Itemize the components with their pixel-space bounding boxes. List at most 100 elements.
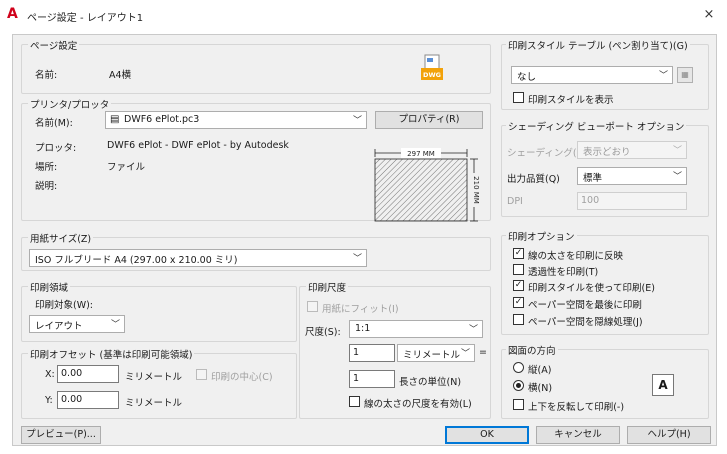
scale-unit-input[interactable]: 1: [349, 370, 395, 388]
page-setup-name-value: A4横: [109, 70, 132, 81]
plot-options-group-label: 印刷オプション: [506, 229, 577, 243]
center-plot-checkbox[interactable]: [196, 369, 207, 380]
plot-offset-group: 印刷オフセット (基準は印刷可能領域): [21, 347, 297, 419]
quality-label: 出力品質(Q): [507, 174, 560, 185]
center-plot-label: 印刷の中心(C): [211, 372, 273, 383]
plot-lineweights-label: 線の太さを印刷に反映: [528, 251, 624, 262]
chevron-down-icon: ﹀: [468, 325, 478, 335]
dpi-label: DPI: [507, 196, 523, 207]
plot-scale-group-label: 印刷尺度: [306, 280, 349, 294]
fit-to-paper-checkbox[interactable]: [307, 301, 318, 312]
window-title: ページ設定 - レイアウト1: [27, 13, 144, 24]
dwg-badge: DWG: [423, 71, 441, 79]
scale-label: 尺度(S):: [305, 327, 341, 338]
offset-y-unit: ミリメートル: [125, 398, 183, 409]
printer-icon: ▤: [110, 114, 120, 125]
plotter-group-label: プリンタ/プロッタ: [28, 97, 112, 111]
offset-x-label: X:: [45, 369, 55, 380]
help-button[interactable]: ヘルプ(H): [627, 426, 711, 444]
paper-preview: 297 MM 210 MM: [374, 148, 480, 222]
plot-area-group-label: 印刷領域: [28, 280, 71, 294]
edit-table-icon[interactable]: ▦: [677, 67, 693, 83]
landscape-label: 横(N): [528, 383, 553, 394]
hide-paperspace-checkbox[interactable]: [513, 314, 524, 325]
plot-what-select[interactable]: レイアウト ﹀: [29, 315, 125, 333]
page-setup-name-label: 名前:: [35, 70, 58, 81]
offset-y-input[interactable]: 0.00: [57, 391, 119, 409]
preview-width-label: 297 MM: [407, 150, 435, 158]
ok-button[interactable]: OK: [445, 426, 529, 444]
hide-paperspace-label: ペーパー空間を隠線処理(J): [528, 317, 643, 328]
paper-size-value: ISO フルブリード A4 (297.00 x 210.00 ミリ): [35, 255, 238, 266]
page-setup-group-label: ページ設定: [28, 38, 80, 52]
plot-what-label: 印刷対象(W):: [35, 300, 94, 311]
quality-select[interactable]: 標準 ﹀: [577, 167, 687, 185]
offset-x-unit: ミリメートル: [125, 372, 183, 383]
scale-unit-select[interactable]: ミリメートル ﹀: [397, 344, 475, 362]
plot-style-table-group-label: 印刷スタイル テーブル (ペン割り当て)(G): [506, 38, 690, 52]
chevron-down-icon: ﹀: [110, 320, 120, 330]
plot-style-value: なし: [517, 72, 537, 83]
orientation-group-label: 図面の方向: [506, 343, 558, 357]
shaded-viewport-group-label: シェーディング ビューポート オプション: [506, 119, 687, 133]
dpi-input[interactable]: 100: [577, 192, 687, 210]
plot-area-group: 印刷領域: [21, 280, 297, 342]
paper-size-group-label: 用紙サイズ(Z): [28, 231, 94, 245]
cancel-button[interactable]: キャンセル: [536, 426, 620, 444]
landscape-radio[interactable]: [513, 380, 524, 391]
portrait-radio[interactable]: [513, 362, 524, 373]
plot-lineweights-checkbox[interactable]: ✓: [513, 248, 524, 259]
dwg-file-icon: DWG: [421, 54, 443, 80]
preview-height-label: 210 MM: [472, 176, 480, 204]
display-plot-styles-checkbox[interactable]: [513, 92, 524, 103]
chevron-down-icon: ﹀: [672, 146, 682, 156]
scale-lineweights-checkbox[interactable]: [349, 396, 360, 407]
chevron-down-icon: ﹀: [352, 116, 362, 126]
plotter-name-label: 名前(M):: [35, 118, 73, 129]
description-label: 説明:: [35, 181, 58, 192]
plot-style-select[interactable]: なし ﹀: [511, 66, 673, 84]
shade-plot-label: シェーディング(D): [507, 148, 588, 159]
upside-down-label: 上下を反転して印刷(-): [528, 402, 625, 413]
offset-y-label: Y:: [45, 395, 53, 406]
shade-plot-select[interactable]: 表示どおり ﹀: [577, 141, 687, 159]
plotter-select-value: DWF6 ePlot.pc3: [124, 114, 200, 125]
preview-button[interactable]: プレビュー(P)...: [21, 426, 101, 444]
plot-transparency-label: 透過性を印刷(T): [528, 267, 599, 278]
portrait-label: 縦(A): [528, 365, 552, 376]
chevron-down-icon: ﹀: [658, 71, 668, 81]
plot-what-value: レイアウト: [35, 321, 83, 332]
properties-button[interactable]: プロパティ(R): [375, 111, 483, 129]
landscape-orientation-icon: A: [652, 374, 674, 396]
autocad-logo-icon: A: [7, 6, 18, 22]
chevron-down-icon: ﹀: [672, 172, 682, 182]
quality-value: 標準: [583, 173, 603, 184]
where-label: 場所:: [35, 162, 58, 173]
scale-lineweights-label: 線の太さの尺度を有効(L): [364, 399, 472, 410]
scale-select[interactable]: 1:1 ﹀: [349, 320, 483, 338]
unit-label: 長さの単位(N): [399, 377, 462, 388]
plotter-select[interactable]: ▤ DWF6 ePlot.pc3 ﹀: [105, 111, 367, 129]
chevron-down-icon: ﹀: [460, 349, 470, 359]
plot-paperspace-last-checkbox[interactable]: ✓: [513, 297, 524, 308]
fit-to-paper-label: 用紙にフィット(I): [322, 304, 399, 315]
upside-down-checkbox[interactable]: [513, 399, 524, 410]
plotter-label: プロッタ:: [35, 143, 77, 154]
where-value: ファイル: [107, 162, 146, 173]
paper-size-select[interactable]: ISO フルブリード A4 (297.00 x 210.00 ミリ) ﹀: [29, 249, 367, 267]
chevron-down-icon: ﹀: [352, 254, 362, 264]
close-icon[interactable]: ×: [700, 6, 718, 24]
plot-with-styles-checkbox[interactable]: ✓: [513, 280, 524, 291]
scale-unit-value: ミリメートル: [403, 350, 461, 361]
title-bar: A ページ設定 - レイアウト1 ×: [0, 0, 727, 30]
plot-with-styles-label: 印刷スタイルを使って印刷(E): [528, 283, 655, 294]
plot-offset-group-label: 印刷オフセット (基準は印刷可能領域): [28, 347, 195, 361]
page-setup-dialog: ページ設定 名前: A4横 DWG プリンタ/プロッタ 名前(M): ▤ DWF…: [12, 34, 717, 446]
offset-x-input[interactable]: 0.00: [57, 365, 119, 383]
scale-mm-input[interactable]: 1: [349, 344, 395, 362]
plot-transparency-checkbox[interactable]: [513, 264, 524, 275]
plotter-value: DWF6 ePlot - DWF ePlot - by Autodesk: [107, 140, 289, 151]
display-plot-styles-label: 印刷スタイルを表示: [528, 95, 614, 106]
plot-paperspace-last-label: ペーパー空間を最後に印刷: [528, 300, 642, 311]
shade-plot-value: 表示どおり: [583, 147, 631, 158]
